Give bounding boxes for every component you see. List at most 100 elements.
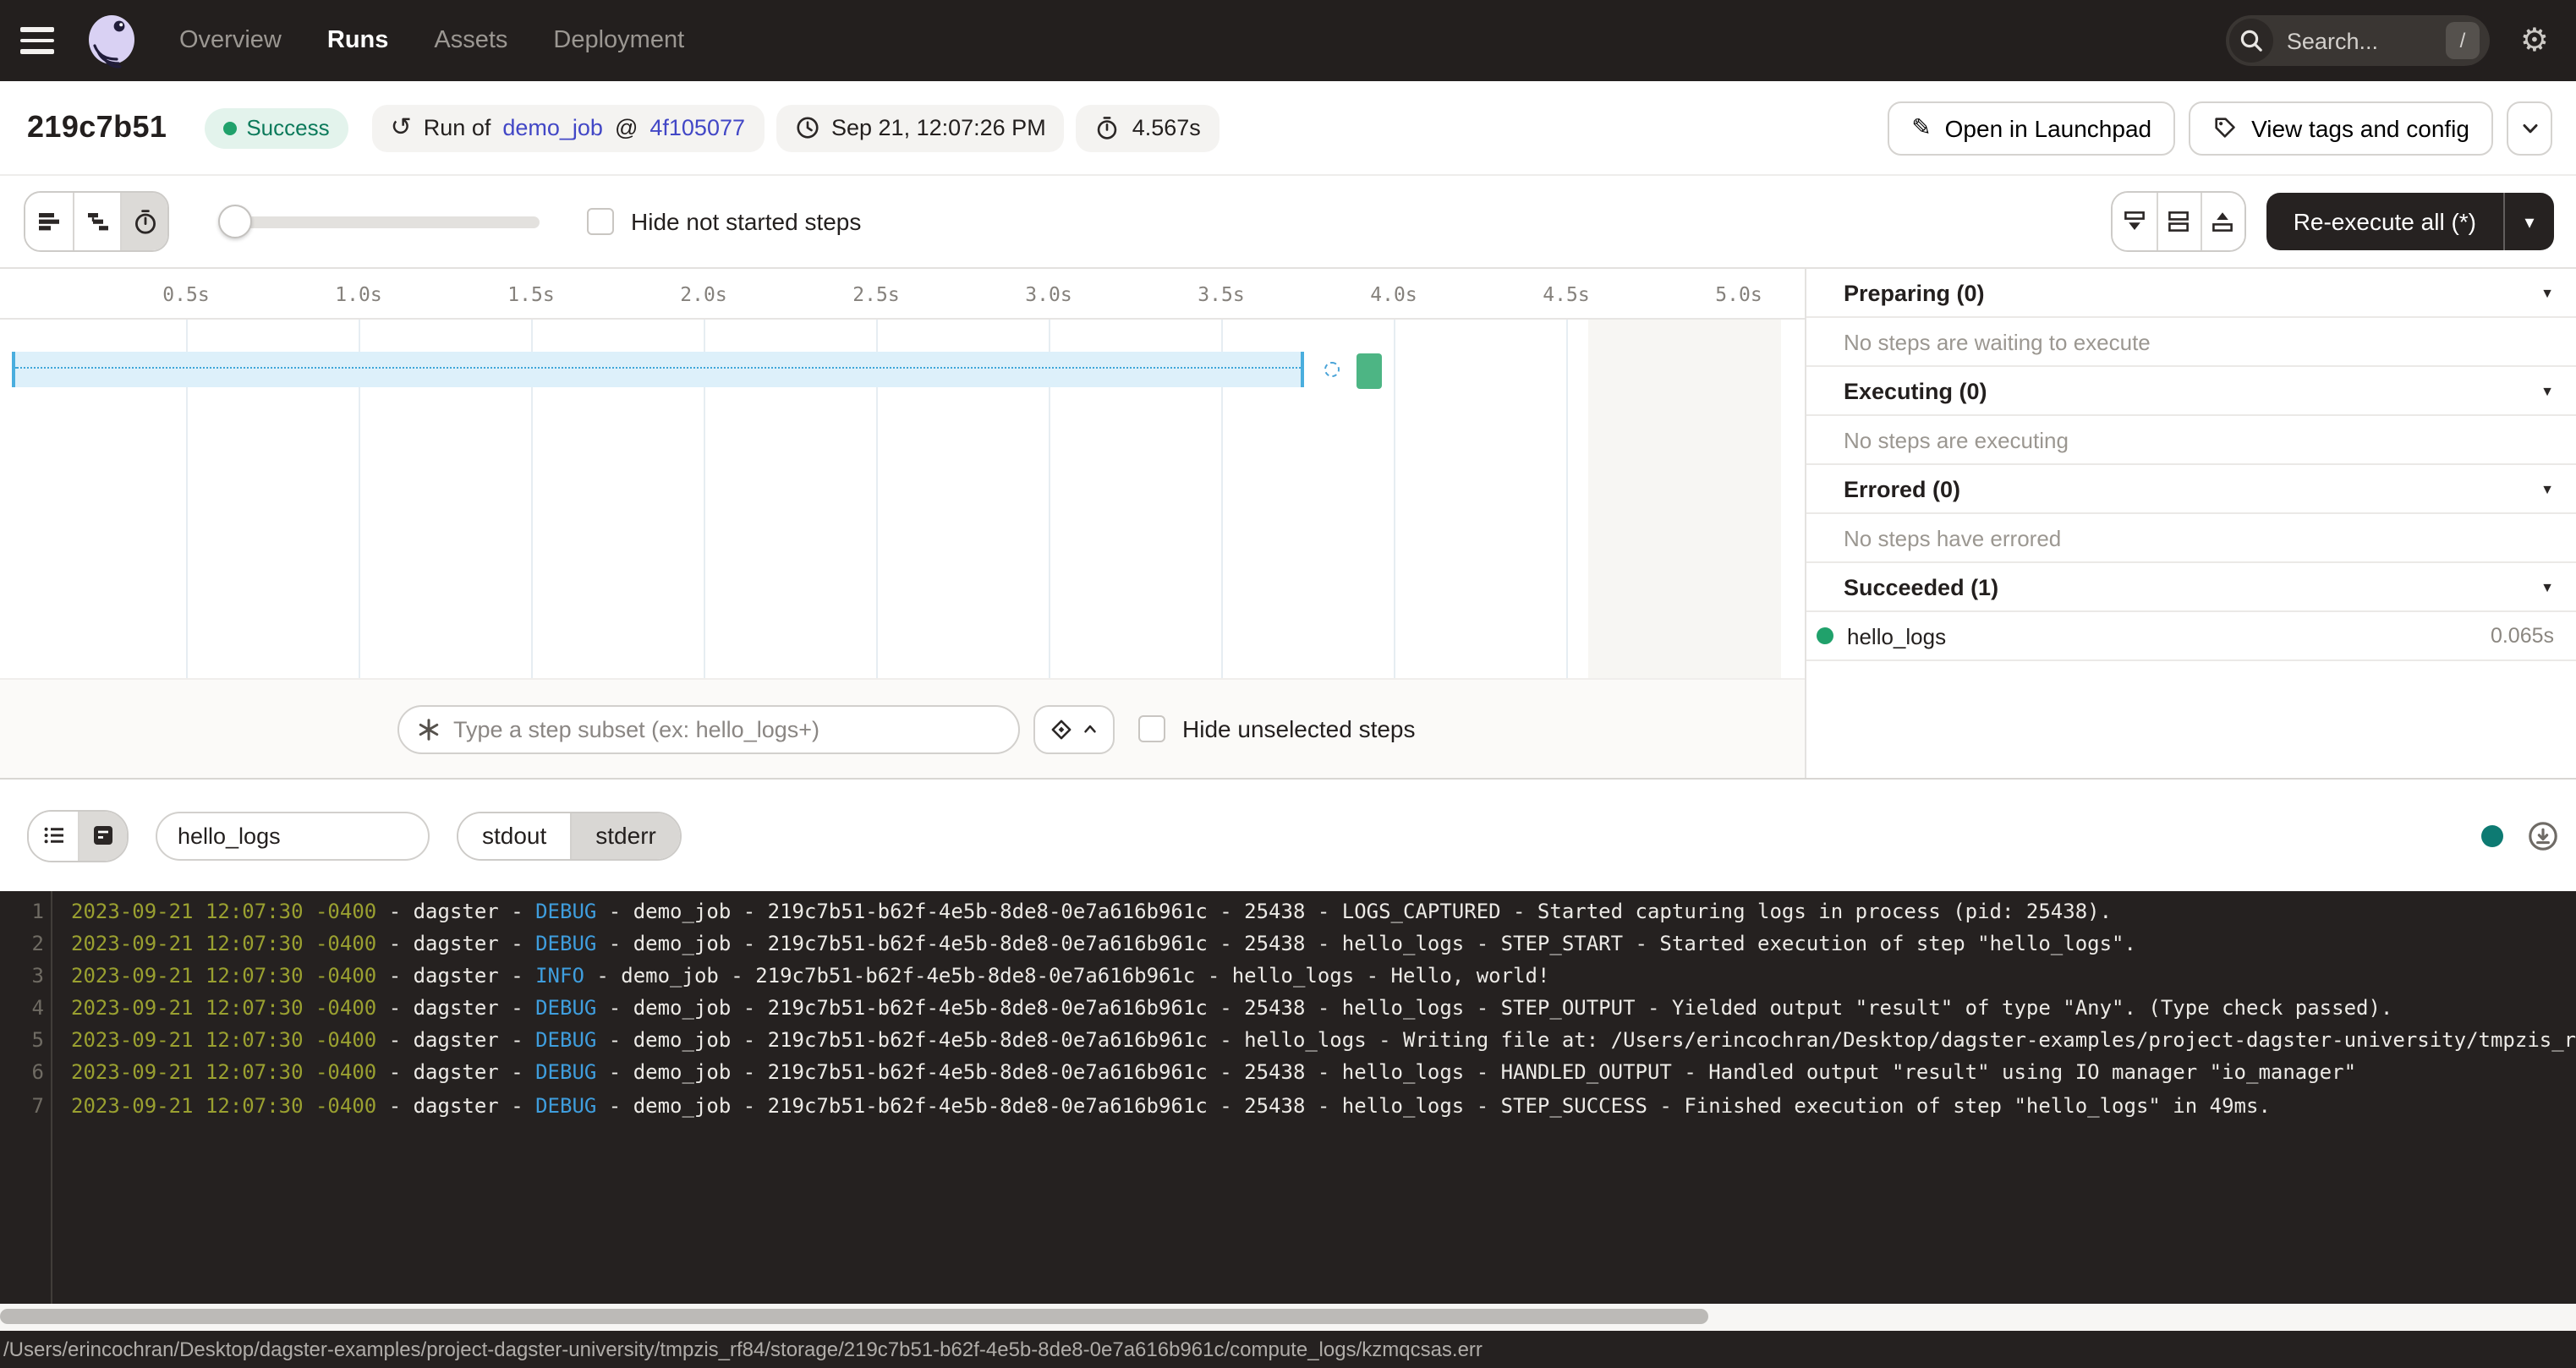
expand-panel-button[interactable] bbox=[2201, 193, 2244, 250]
graph-query-options-button[interactable] bbox=[1033, 704, 1115, 753]
slider-track bbox=[232, 216, 540, 228]
header-actions: ✎ Open in Launchpad View tags and config bbox=[1888, 101, 2552, 155]
nav-links: Overview Runs Assets Deployment bbox=[179, 27, 684, 54]
raw-log-output[interactable]: 12023-09-21 12:07:30 -0400 - dagster - D… bbox=[0, 891, 2576, 1304]
panel-section-message: No steps are executing bbox=[1806, 416, 2576, 465]
clock-icon bbox=[794, 115, 819, 140]
nav-item-runs[interactable]: Runs bbox=[327, 27, 389, 54]
log-line-number: 6 bbox=[0, 1058, 44, 1090]
log-line-number: 1 bbox=[0, 896, 44, 928]
pencil-icon: ✎ bbox=[1911, 113, 1931, 142]
log-horizontal-scrollbar bbox=[0, 1304, 2576, 1331]
tag-icon bbox=[2212, 115, 2238, 140]
log-line: 12023-09-21 12:07:30 -0400 - dagster - D… bbox=[0, 896, 2576, 928]
search-shortcut-badge: / bbox=[2446, 22, 2480, 59]
gutter-divider bbox=[51, 891, 52, 1304]
search-placeholder: Search... bbox=[2287, 28, 2446, 53]
nav-item-assets[interactable]: Assets bbox=[434, 27, 507, 54]
log-line: 42023-09-21 12:07:30 -0400 - dagster - D… bbox=[0, 993, 2576, 1026]
more-actions-button[interactable] bbox=[2507, 101, 2552, 155]
layers-icon bbox=[1049, 716, 1074, 741]
slider-knob[interactable] bbox=[218, 205, 252, 238]
list-view-icon bbox=[40, 822, 67, 849]
reexecute-all-button[interactable]: Re-execute all (*) bbox=[2266, 193, 2503, 250]
status-dot-icon bbox=[222, 121, 236, 134]
step-subset-row: Hide unselected steps bbox=[0, 678, 1805, 778]
step-success-dot-icon bbox=[1817, 627, 1833, 644]
axis-tick-label: 4.0s bbox=[1370, 282, 1417, 306]
scrollbar-thumb[interactable] bbox=[0, 1309, 1708, 1324]
log-line: 32023-09-21 12:07:30 -0400 - dagster - I… bbox=[0, 960, 2576, 993]
nav-right: Search... / ⚙ bbox=[2226, 15, 2549, 66]
succeeded-step-row[interactable]: hello_logs0.065s bbox=[1806, 612, 2576, 661]
caret-down-icon: ▼ bbox=[2540, 285, 2554, 300]
duration-tag: 4.567s bbox=[1077, 104, 1219, 151]
job-link[interactable]: demo_job bbox=[502, 115, 603, 140]
collapse-panel-button[interactable] bbox=[2113, 193, 2157, 250]
hide-unselected-label: Hide unselected steps bbox=[1182, 715, 1416, 742]
log-line-number: 7 bbox=[0, 1090, 44, 1122]
reexecute-split-button: Re-execute all (*) ▾ bbox=[2266, 193, 2554, 250]
gantt-step-bar-hello-logs[interactable] bbox=[1357, 353, 1382, 389]
log-file-path: /Users/erincochran/Desktop/dagster-examp… bbox=[3, 1338, 1483, 1361]
step-graph-icon bbox=[416, 716, 441, 741]
gantt-toolbar: Hide not started steps Re-execute all (*… bbox=[0, 176, 2576, 269]
search-input[interactable]: Search... / bbox=[2226, 15, 2490, 66]
panel-section-header[interactable]: Preparing (0)▼ bbox=[1806, 269, 2576, 318]
tab-stdout[interactable]: stdout bbox=[458, 813, 570, 858]
panel-expand-up-icon bbox=[2210, 208, 2237, 235]
panel-section-header[interactable]: Executing (0)▼ bbox=[1806, 367, 2576, 416]
zoom-slider[interactable] bbox=[218, 203, 540, 240]
panel-section-header[interactable]: Errored (0)▼ bbox=[1806, 465, 2576, 514]
nav-item-deployment[interactable]: Deployment bbox=[553, 27, 684, 54]
commit-link[interactable]: 4f105077 bbox=[649, 115, 745, 140]
flat-view-button[interactable] bbox=[25, 193, 73, 250]
axis-tick-label: 4.5s bbox=[1543, 282, 1589, 306]
step-subset-input[interactable] bbox=[453, 716, 1001, 741]
axis-tick-label: 1.5s bbox=[507, 282, 554, 306]
raw-log-view-button[interactable] bbox=[78, 811, 127, 860]
axis-tick-label: 2.5s bbox=[852, 282, 899, 306]
panel-section-message: No steps have errored bbox=[1806, 514, 2576, 563]
split-panel-button[interactable] bbox=[2157, 193, 2201, 250]
caret-down-icon: ▼ bbox=[2540, 481, 2554, 496]
log-line: 52023-09-21 12:07:30 -0400 - dagster - D… bbox=[0, 1026, 2576, 1058]
gridline bbox=[1566, 320, 1568, 678]
after-run-end-shading bbox=[1588, 320, 1781, 678]
log-toolbar: stdoutstderr bbox=[0, 780, 2576, 891]
log-file-path-bar: /Users/erincochran/Desktop/dagster-examp… bbox=[0, 1331, 2576, 1368]
axis-tick-label: 3.5s bbox=[1198, 282, 1244, 306]
gridline bbox=[1394, 320, 1395, 678]
step-status-panel: Preparing (0)▼No steps are waiting to ex… bbox=[1805, 269, 2576, 778]
caret-up-icon bbox=[1081, 720, 1099, 738]
timed-view-button[interactable] bbox=[120, 193, 167, 250]
run-header: 219c7b51 Success ↺ Run of demo_job @ 4f1… bbox=[0, 81, 2576, 176]
run-tags: ↺ Run of demo_job @ 4f105077 Sep 21, 12:… bbox=[372, 104, 1219, 151]
panel-split-rows-icon bbox=[2166, 208, 2193, 235]
gear-icon[interactable]: ⚙ bbox=[2520, 25, 2549, 57]
caret-down-icon: ▼ bbox=[2540, 579, 2554, 594]
structured-log-view-button[interactable] bbox=[29, 811, 78, 860]
open-in-launchpad-button[interactable]: ✎ Open in Launchpad bbox=[1888, 101, 2175, 155]
axis-tick-label: 5.0s bbox=[1715, 282, 1762, 306]
gantt-chart-body[interactable] bbox=[0, 320, 1805, 678]
top-nav: Overview Runs Assets Deployment Search... /… bbox=[0, 0, 2576, 81]
dagster-logo-icon[interactable] bbox=[81, 10, 142, 71]
stdout-stderr-toggle: stdoutstderr bbox=[457, 811, 682, 860]
log-view-mode-group bbox=[27, 809, 129, 862]
hamburger-menu-icon[interactable] bbox=[20, 20, 61, 61]
nav-item-overview[interactable]: Overview bbox=[179, 27, 282, 54]
hide-not-started-checkbox[interactable] bbox=[587, 208, 614, 235]
log-line: 22023-09-21 12:07:30 -0400 - dagster - D… bbox=[0, 928, 2576, 960]
view-tags-config-button[interactable]: View tags and config bbox=[2189, 101, 2493, 155]
download-log-button[interactable] bbox=[2527, 819, 2559, 851]
panel-section-header[interactable]: Succeeded (1)▼ bbox=[1806, 563, 2576, 612]
run-id: 219c7b51 bbox=[27, 110, 167, 145]
hide-unselected-checkbox[interactable] bbox=[1138, 715, 1165, 742]
tab-stderr[interactable]: stderr bbox=[570, 813, 680, 858]
waterfall-view-button[interactable] bbox=[73, 193, 120, 250]
reexecute-caret-button[interactable]: ▾ bbox=[2503, 193, 2554, 250]
log-step-filter-input[interactable] bbox=[156, 811, 430, 860]
selected-step-waiting-band bbox=[12, 352, 1304, 387]
stopwatch-icon bbox=[131, 208, 158, 235]
